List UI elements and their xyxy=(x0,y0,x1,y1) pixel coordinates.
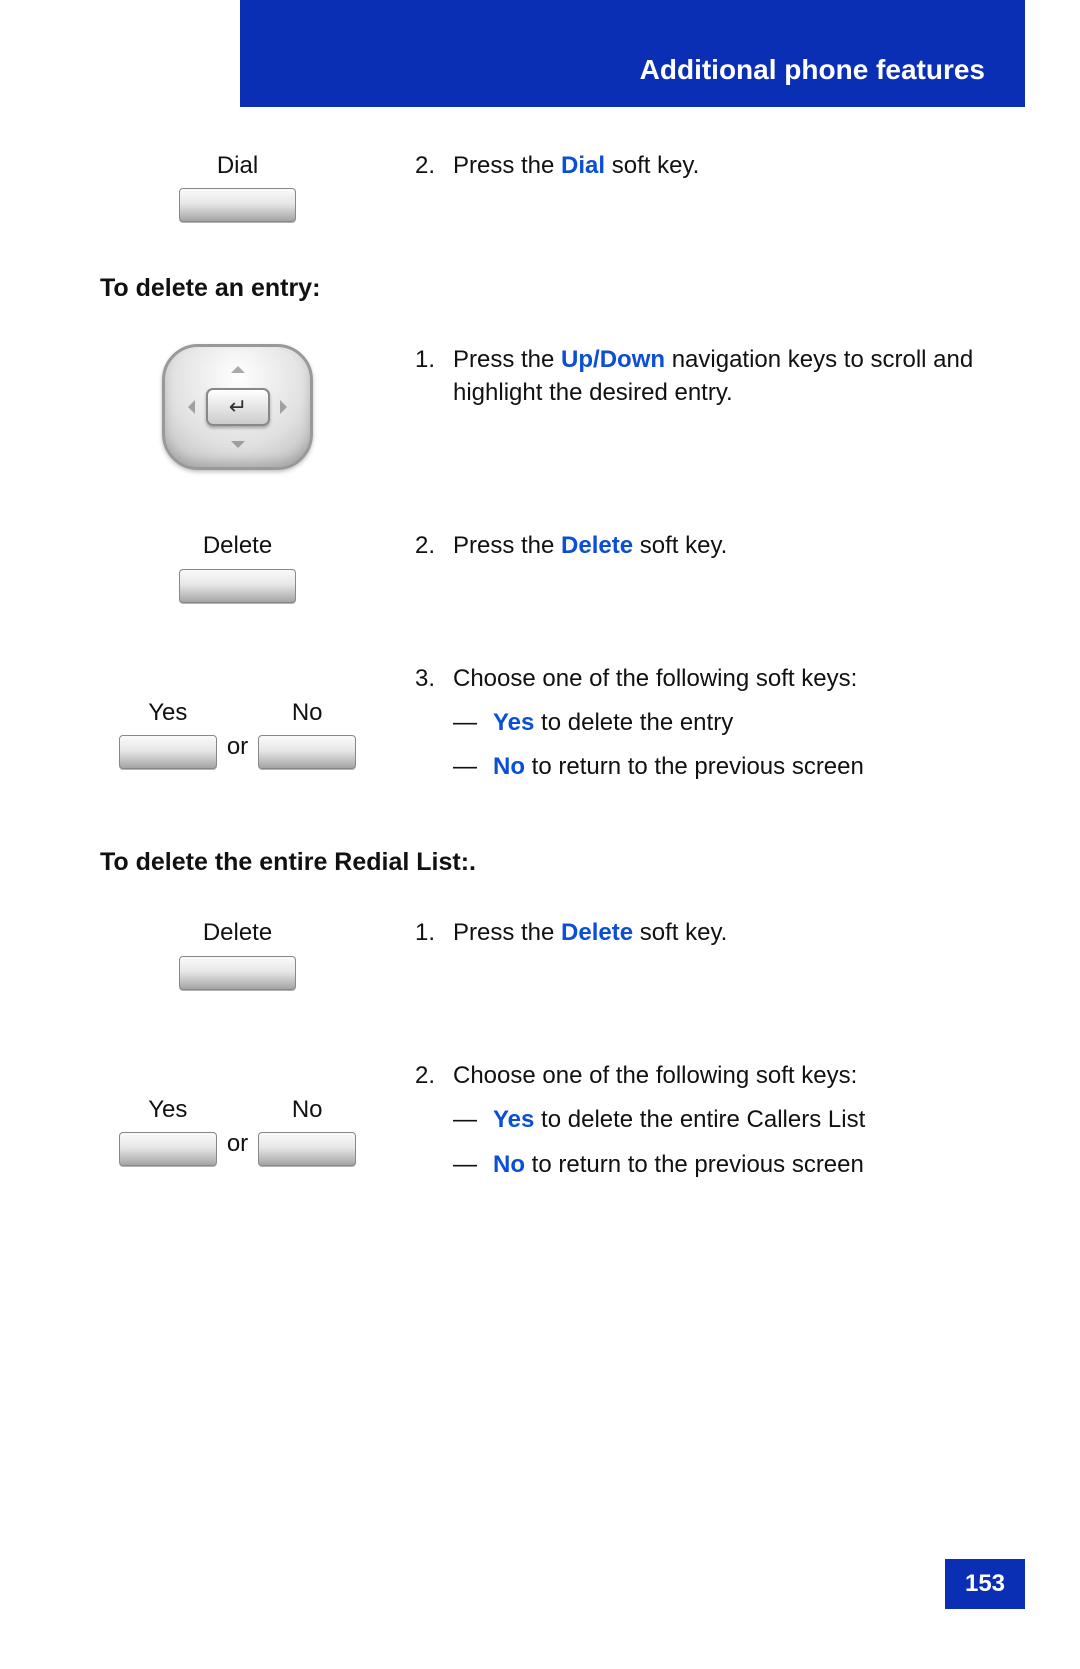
softkey-delete-icon xyxy=(179,569,296,603)
instr-delete: 2. Press the Delete soft key. xyxy=(375,530,1005,562)
step-nav: 1. Press the Up/Down navigation keys to … xyxy=(415,344,1005,409)
chevron-up-icon xyxy=(231,359,245,373)
text: soft key. xyxy=(633,532,727,559)
option: — No to return to the previous screen xyxy=(453,1149,1005,1181)
keyword: Delete xyxy=(561,532,633,559)
keyword: No xyxy=(493,753,525,780)
softkey-label-delete: Delete xyxy=(203,917,272,949)
softkey-no-col: No xyxy=(258,697,356,769)
or-label: or xyxy=(227,1128,248,1166)
softkey-label-no: No xyxy=(292,1094,323,1126)
softkey-yes-icon xyxy=(119,735,217,769)
softkey-label-delete: Delete xyxy=(203,530,272,562)
header-strip: Additional phone features xyxy=(240,0,1025,107)
softkey-no-icon xyxy=(258,735,356,769)
step-delete: 1. Press the Delete soft key. xyxy=(415,917,1005,949)
or-label: or xyxy=(227,731,248,769)
text: Press the xyxy=(453,152,561,179)
dash: — xyxy=(453,1149,493,1181)
row-dial: Dial 2. Press the Dial soft key. xyxy=(100,150,1005,222)
step-dial: 2. Press the Dial soft key. xyxy=(415,150,1005,182)
content-body: Dial 2. Press the Dial soft key. To dele… xyxy=(100,150,1005,1193)
chevron-right-icon xyxy=(280,400,294,414)
softkey-label-yes: Yes xyxy=(148,697,187,729)
option: — No to return to the previous screen xyxy=(453,751,1005,783)
keyword: No xyxy=(493,1151,525,1178)
illus-dial: Dial xyxy=(100,150,375,222)
text: to return to the previous screen xyxy=(525,1151,864,1178)
instr-chooseall: 2. Choose one of the following soft keys… xyxy=(375,1060,1005,1193)
step-text: Press the Delete soft key. xyxy=(453,917,727,949)
chevron-down-icon xyxy=(231,441,245,455)
text: soft key. xyxy=(605,152,699,179)
dash: — xyxy=(453,751,493,783)
step-number: 1. xyxy=(415,344,453,409)
step-text: Press the Delete soft key. xyxy=(453,530,727,562)
instr-dial: 2. Press the Dial soft key. xyxy=(375,150,1005,182)
nav-rocker-icon: ↵ xyxy=(162,344,313,470)
step-number: 3. xyxy=(415,663,453,796)
keyword: Yes xyxy=(493,709,534,736)
chevron-left-icon xyxy=(181,400,195,414)
row-yesno-all: Yes or No 2. Choose one of the follow xyxy=(100,1060,1005,1193)
instr-deleteall: 1. Press the Delete soft key. xyxy=(375,917,1005,949)
enter-key-icon: ↵ xyxy=(206,388,270,426)
document-page: Additional phone features Dial 2. Press … xyxy=(0,0,1080,1669)
illus-yesno: Yes or No xyxy=(100,663,375,769)
step-number: 2. xyxy=(415,150,453,182)
step-delete: 2. Press the Delete soft key. xyxy=(415,530,1005,562)
section-heading-delete-entry: To delete an entry: xyxy=(100,272,1005,306)
softkey-no-col: No xyxy=(258,1094,356,1166)
row-deleteall: Delete 1. Press the Delete soft key. xyxy=(100,917,1005,989)
softkey-dial-icon xyxy=(179,188,296,222)
page-number: 153 xyxy=(945,1559,1025,1609)
step-choose: 3. Choose one of the following soft keys… xyxy=(415,663,1005,796)
dash: — xyxy=(453,1104,493,1136)
illus-deleteall: Delete xyxy=(100,917,375,989)
text: to delete the entire Callers List xyxy=(534,1106,865,1133)
row-delete: Delete 2. Press the Delete soft key. xyxy=(100,530,1005,602)
option: — Yes to delete the entire Callers List xyxy=(453,1104,1005,1136)
text: to return to the previous screen xyxy=(525,753,864,780)
header-title: Additional phone features xyxy=(640,51,985,89)
illus-nav: ↵ xyxy=(100,344,375,470)
text: Press the xyxy=(453,919,561,946)
step-text: Choose one of the following soft keys: —… xyxy=(453,1060,1005,1193)
step-choose: 2. Choose one of the following soft keys… xyxy=(415,1060,1005,1193)
text: Choose one of the following soft keys: xyxy=(453,1062,857,1089)
keyword: Up/Down xyxy=(561,346,665,373)
step-number: 2. xyxy=(415,530,453,562)
step-number: 1. xyxy=(415,917,453,949)
softkey-yes-col: Yes xyxy=(119,697,217,769)
section-heading-delete-all: To delete the entire Redial List:. xyxy=(100,846,1005,880)
text: Press the xyxy=(453,346,561,373)
dash: — xyxy=(453,707,493,739)
illus-delete: Delete xyxy=(100,530,375,602)
row-nav: ↵ 1. Press the Up/Down navigation keys t… xyxy=(100,344,1005,470)
instr-choose: 3. Choose one of the following soft keys… xyxy=(375,663,1005,796)
keyword: Delete xyxy=(561,919,633,946)
text: soft key. xyxy=(633,919,727,946)
step-number: 2. xyxy=(415,1060,453,1193)
text: to delete the entry xyxy=(534,709,733,736)
softkey-label-dial: Dial xyxy=(217,150,258,182)
illus-yesno-all: Yes or No xyxy=(100,1060,375,1166)
instr-nav: 1. Press the Up/Down navigation keys to … xyxy=(375,344,1005,409)
softkey-label-yes: Yes xyxy=(148,1094,187,1126)
keyword: Yes xyxy=(493,1106,534,1133)
softkey-delete-icon xyxy=(179,956,296,990)
text: Choose one of the following soft keys: xyxy=(453,665,857,692)
step-text: Press the Up/Down navigation keys to scr… xyxy=(453,344,1005,409)
softkey-yes-col: Yes xyxy=(119,1094,217,1166)
row-yesno: Yes or No 3. Choose one of the follow xyxy=(100,663,1005,796)
softkey-no-icon xyxy=(258,1132,356,1166)
step-text: Press the Dial soft key. xyxy=(453,150,699,182)
softkey-label-no: No xyxy=(292,697,323,729)
option: — Yes to delete the entry xyxy=(453,707,1005,739)
keyword: Dial xyxy=(561,152,605,179)
step-text: Choose one of the following soft keys: —… xyxy=(453,663,1005,796)
softkey-yes-icon xyxy=(119,1132,217,1166)
text: Press the xyxy=(453,532,561,559)
